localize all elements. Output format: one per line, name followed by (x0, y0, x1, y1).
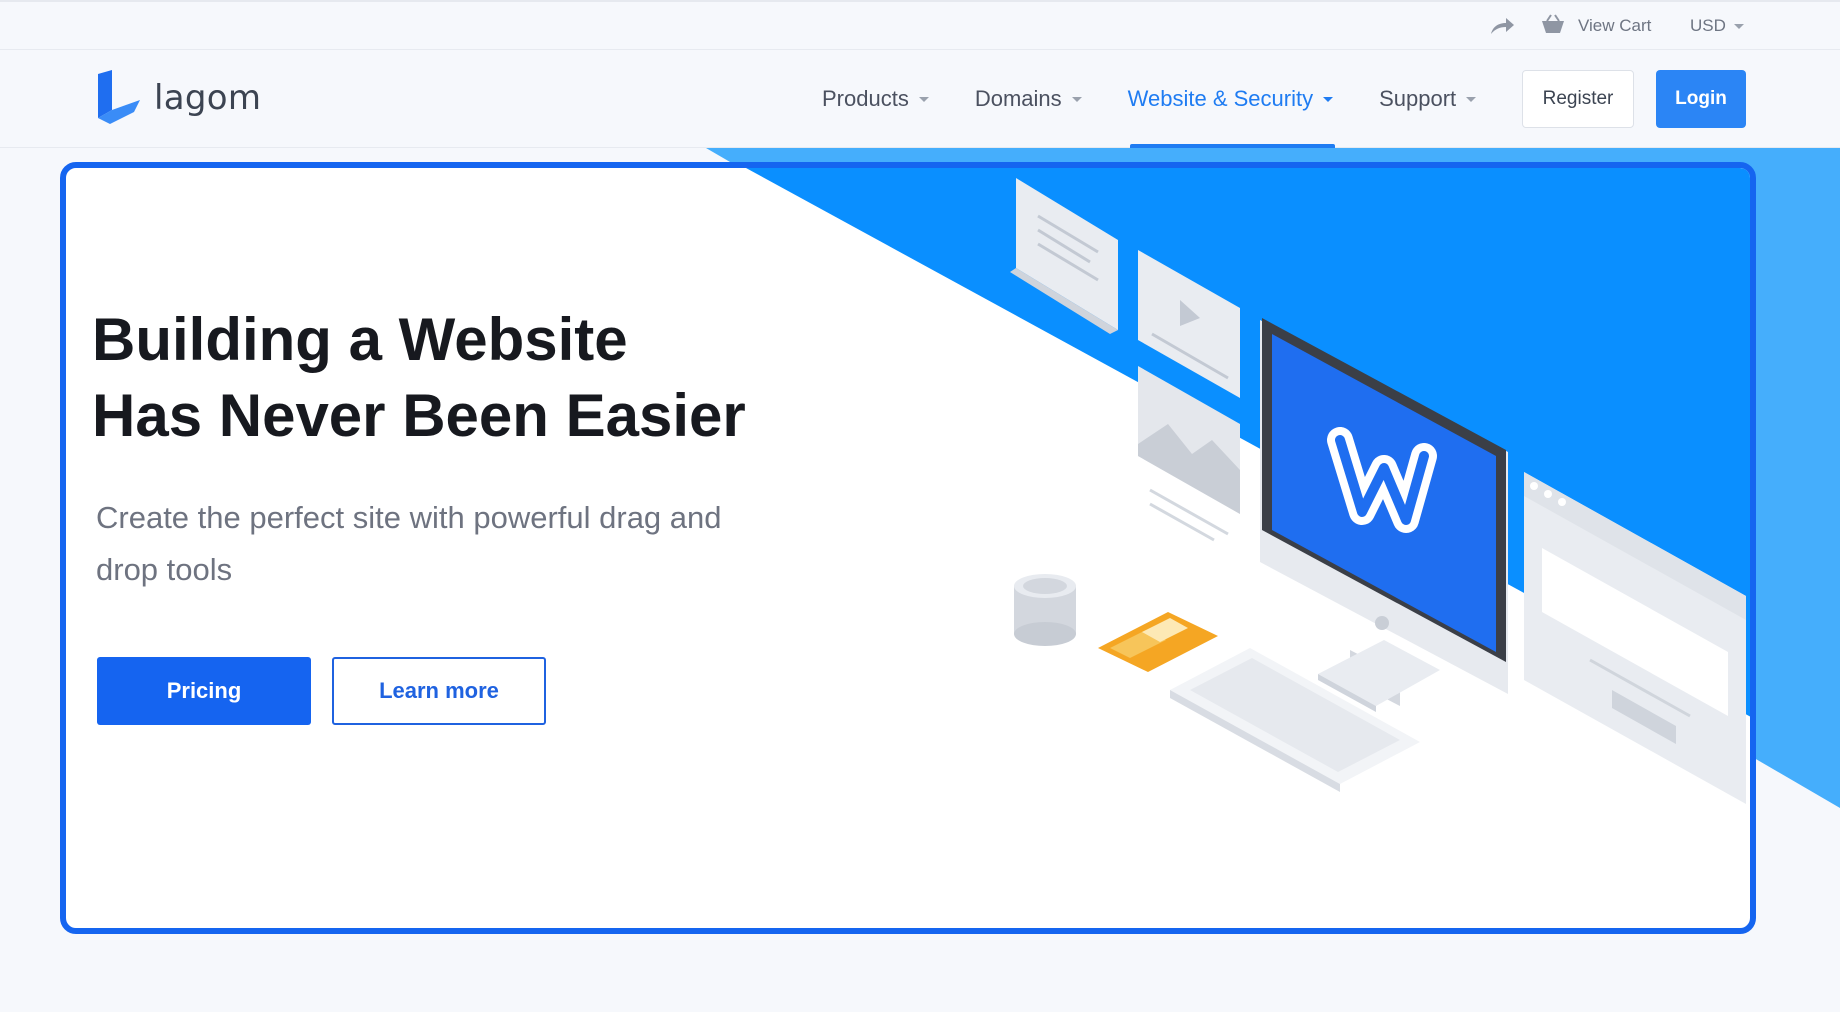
logo[interactable]: lagom (96, 70, 261, 126)
login-button[interactable]: Login (1656, 70, 1746, 128)
view-cart-link[interactable]: View Cart (1540, 2, 1651, 50)
nav-support[interactable]: Support (1379, 50, 1477, 148)
utility-bar: View Cart USD (0, 0, 1840, 50)
nav-support-label: Support (1379, 86, 1457, 111)
chevron-down-icon (1071, 96, 1082, 102)
pricing-button[interactable]: Pricing (97, 657, 311, 725)
chevron-down-icon (1323, 96, 1334, 102)
main-header: lagom Products Domains Website & Securit… (0, 50, 1840, 148)
hero-title: Building a Website Has Never Been Easier (92, 302, 812, 454)
currency-selector[interactable]: USD (1690, 2, 1744, 50)
main-nav: Products Domains Website & Security Supp… (822, 50, 1522, 148)
hero-title-line-2: Has Never Been Easier (92, 382, 746, 449)
chevron-down-icon (1466, 96, 1477, 102)
nav-website-security[interactable]: Website & Security (1127, 50, 1336, 148)
share-icon[interactable] (1488, 2, 1516, 50)
logo-text: lagom (154, 78, 262, 118)
hero-title-line-1: Building a Website (92, 306, 628, 373)
currency-label: USD (1690, 16, 1726, 35)
nav-domains-label: Domains (974, 86, 1062, 111)
view-cart-label: View Cart (1578, 16, 1652, 35)
nav-products[interactable]: Products (822, 50, 929, 148)
nav-website-security-label: Website & Security (1127, 86, 1314, 111)
lagom-logo-icon (98, 70, 140, 124)
nav-products-label: Products (822, 86, 909, 111)
basket-icon (1540, 13, 1566, 40)
nav-domains[interactable]: Domains (975, 50, 1082, 148)
chevron-down-icon (918, 96, 929, 102)
register-button[interactable]: Register (1522, 70, 1634, 128)
learn-more-button[interactable]: Learn more (332, 657, 546, 725)
hero-subtitle: Create the perfect site with powerful dr… (96, 500, 722, 587)
chevron-down-icon (1733, 23, 1744, 29)
